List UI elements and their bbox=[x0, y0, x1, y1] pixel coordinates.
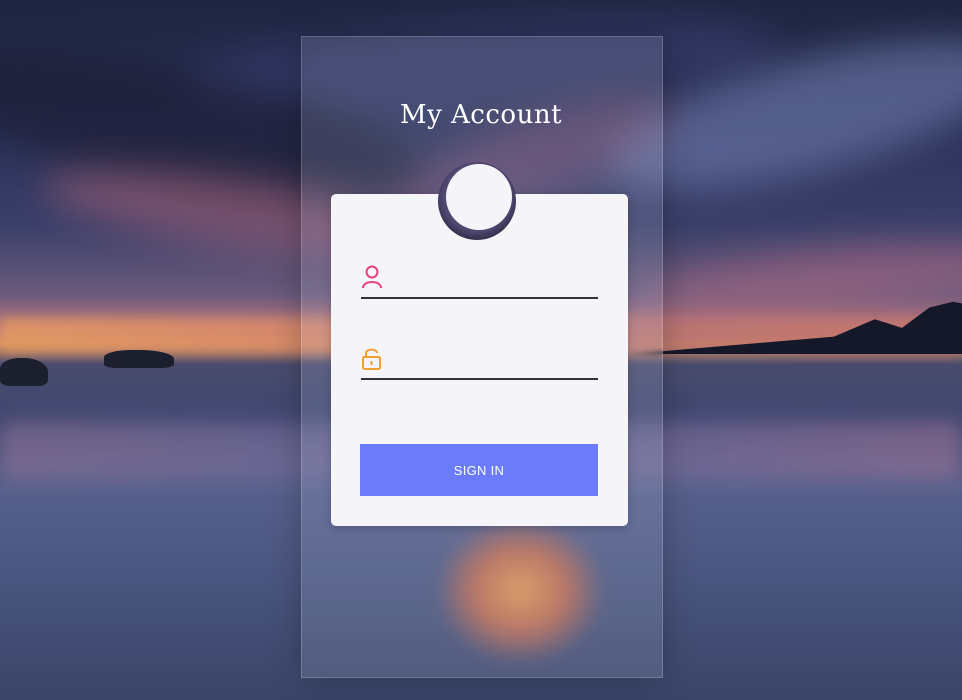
user-icon bbox=[361, 265, 383, 289]
background-scene: My Account SIGN IN bbox=[0, 0, 962, 700]
username-input[interactable] bbox=[393, 265, 597, 293]
rock bbox=[104, 350, 174, 368]
page-title: My Account bbox=[399, 100, 563, 130]
avatar bbox=[446, 164, 512, 230]
password-input[interactable] bbox=[393, 346, 597, 374]
password-field bbox=[361, 340, 598, 380]
username-field bbox=[361, 259, 598, 299]
unlock-icon bbox=[361, 346, 383, 370]
sky-cloud bbox=[637, 230, 962, 330]
rock bbox=[0, 358, 48, 386]
sign-in-button[interactable]: SIGN IN bbox=[360, 444, 598, 496]
